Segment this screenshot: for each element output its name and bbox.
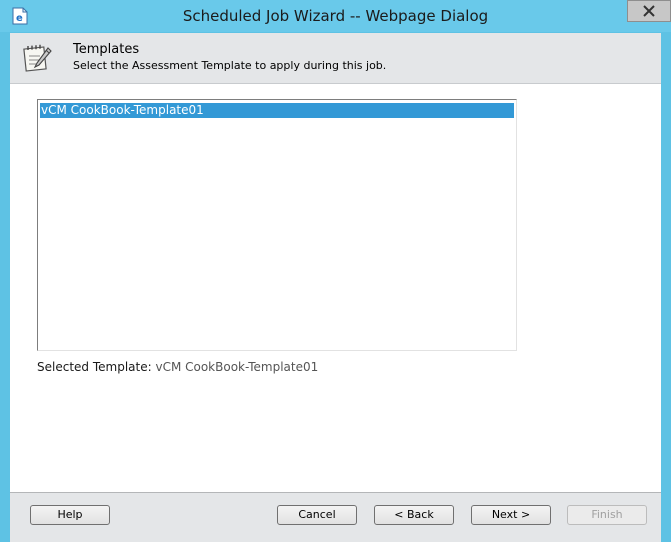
- back-button[interactable]: < Back: [374, 505, 454, 525]
- dialog-window: e Scheduled Job Wizard -- Webpage Dialog…: [0, 0, 671, 542]
- dialog-content: Templates Select the Assessment Template…: [10, 33, 661, 542]
- finish-button[interactable]: Finish: [567, 505, 647, 525]
- close-button[interactable]: [627, 0, 671, 22]
- selected-template-label: Selected Template:: [37, 360, 152, 374]
- title-bar[interactable]: e Scheduled Job Wizard -- Webpage Dialog: [0, 0, 671, 32]
- wizard-header: Templates Select the Assessment Template…: [10, 33, 661, 84]
- help-button[interactable]: Help: [30, 505, 110, 525]
- notepad-pencil-icon: [22, 42, 54, 74]
- page-subtitle: Select the Assessment Template to apply …: [73, 59, 387, 72]
- next-button[interactable]: Next >: [471, 505, 551, 525]
- close-icon: [643, 5, 655, 17]
- selected-template-value: vCM CookBook-Template01: [155, 360, 319, 374]
- selected-template-row: Selected Template: vCM CookBook-Template…: [37, 360, 318, 374]
- window-title: Scheduled Job Wizard -- Webpage Dialog: [182, 7, 489, 25]
- cancel-button[interactable]: Cancel: [277, 505, 357, 525]
- list-item[interactable]: vCM CookBook-Template01: [40, 103, 514, 118]
- page-title: Templates: [73, 42, 140, 57]
- template-list[interactable]: vCM CookBook-Template01: [37, 99, 517, 351]
- wizard-footer: Help Cancel < Back Next > Finish: [10, 492, 661, 542]
